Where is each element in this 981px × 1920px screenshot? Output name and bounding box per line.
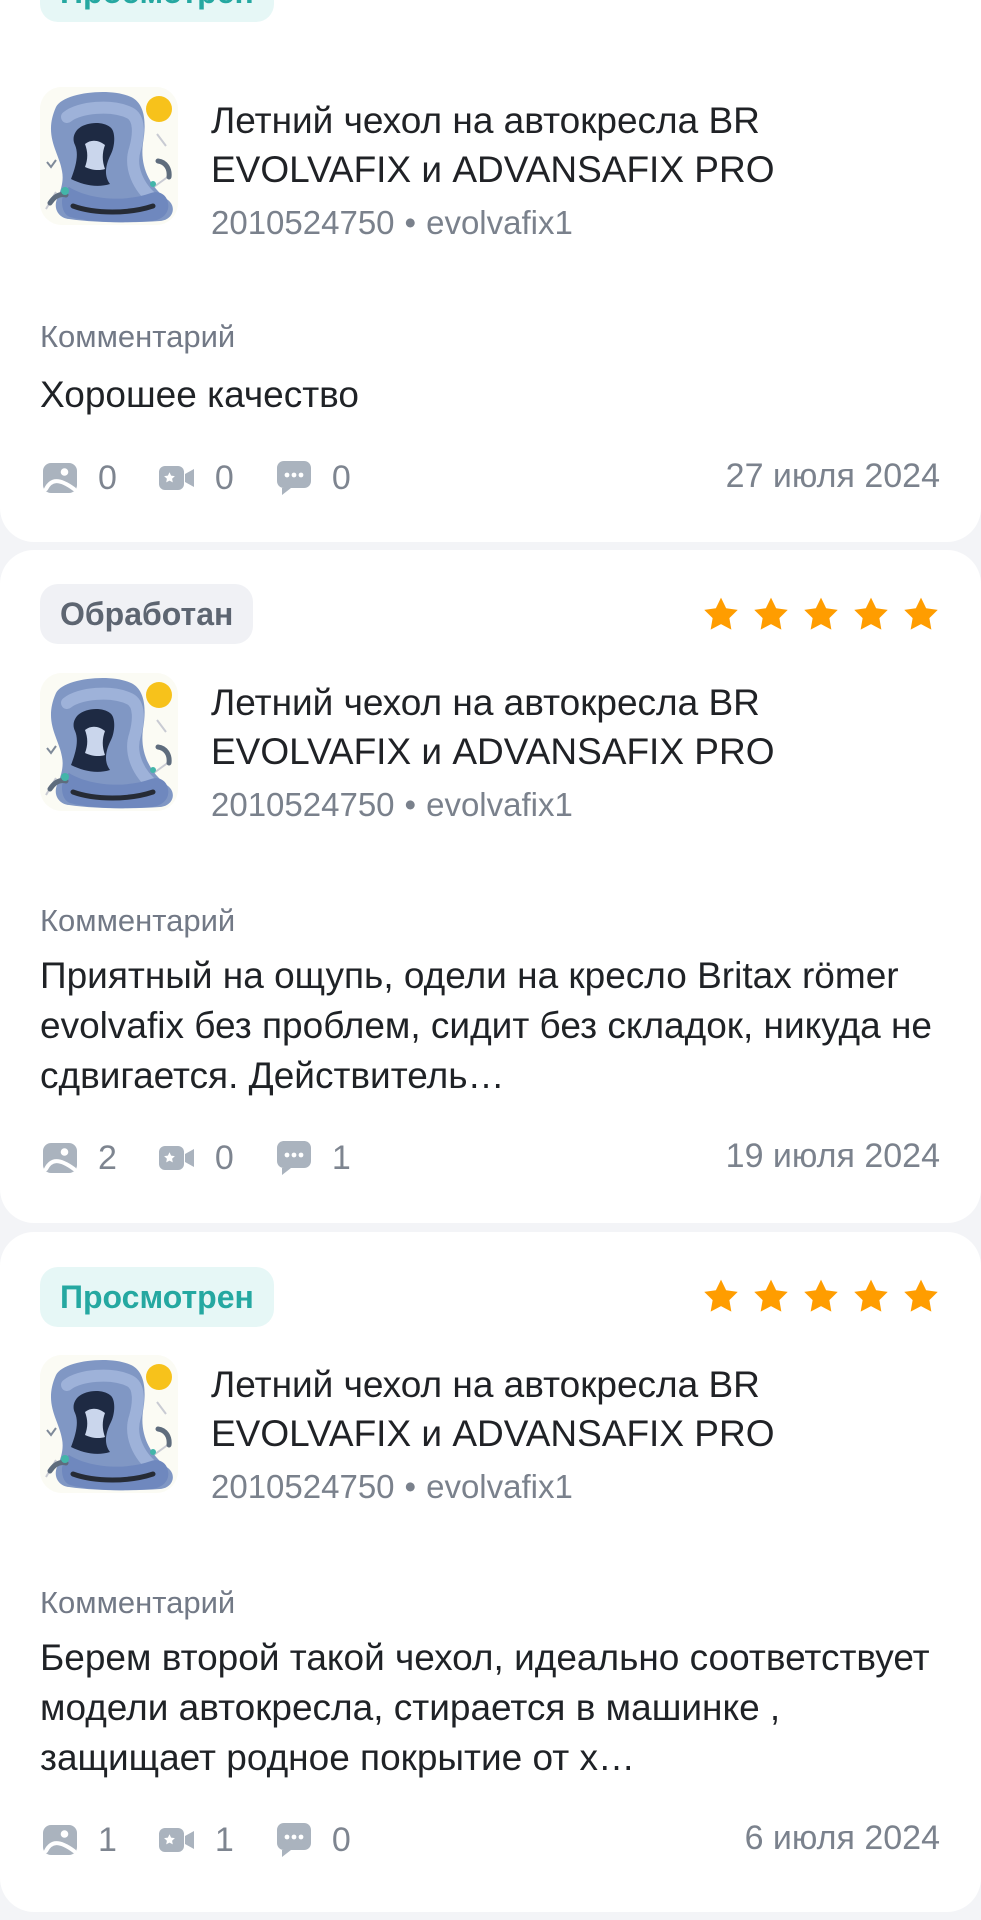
review-metrics: 2 0 1 (40, 1134, 391, 1182)
product-title[interactable]: Летний чехол на автокресла BR EVOLVAFIX … (211, 678, 911, 776)
review-card[interactable]: Просмотрен Летний чехол на автокресла BR… (0, 1232, 981, 1912)
comment-text: Приятный на ощупь, одели на кресло Brita… (40, 955, 932, 1096)
comment-text: Хорошее качество (40, 374, 359, 415)
star-icon (854, 1279, 888, 1312)
photo-count: 1 (40, 1820, 117, 1860)
star-icon (804, 1279, 838, 1312)
video-count: 0 (157, 1138, 234, 1178)
star-icon (752, 0, 790, 1)
comment-count[interactable]: 0 (274, 1820, 351, 1860)
comment-count-value: 1 (331, 1139, 351, 1177)
review-metrics: 0 0 0 (40, 454, 391, 502)
star-icon (704, 1279, 738, 1312)
star-icon (704, 597, 738, 630)
comment-label: Комментарий (40, 319, 236, 354)
photo-icon (41, 1141, 79, 1175)
star-icon (904, 1279, 938, 1312)
review-metrics: 1 1 0 (40, 1816, 391, 1864)
product-title[interactable]: Летний чехол на автокресла BR EVOLVAFIX … (211, 1360, 911, 1458)
review-card[interactable]: Обработан Летний чехол на автокресла BR … (0, 550, 981, 1223)
product-meta: 2010524750 • evolvafix1 (211, 1465, 911, 1509)
comment-label: Комментарий (40, 1585, 236, 1620)
product-meta: 2010524750 • evolvafix1 (211, 201, 911, 245)
review-date: 27 июля 2024 (725, 457, 940, 495)
product-code: evolvafix1 (426, 786, 573, 823)
video-icon (158, 466, 194, 490)
product-title[interactable]: Летний чехол на автокресла BR EVOLVAFIX … (211, 96, 911, 194)
rating-stars (702, 594, 940, 634)
photo-count-value: 2 (98, 1139, 117, 1177)
photo-icon (41, 1823, 79, 1857)
comment-count-value: 0 (331, 1821, 351, 1859)
star-icon (804, 597, 838, 630)
video-count-value: 1 (214, 1821, 234, 1859)
comment-label: Комментарий (40, 903, 236, 938)
video-count-value: 0 (214, 1139, 234, 1177)
star-icon (802, 0, 840, 1)
review-date: 19 июля 2024 (725, 1137, 940, 1175)
comment-bubble-icon (276, 1823, 311, 1857)
status-badge: Просмотрен (40, 1267, 274, 1327)
comment-count[interactable]: 1 (274, 1138, 351, 1178)
car-seat-cover-thumbnail (40, 673, 178, 811)
status-badge: Обработан (40, 584, 254, 644)
product-thumbnail[interactable] (40, 1355, 178, 1493)
photo-icon (41, 461, 79, 495)
rating-stars (702, 1276, 940, 1316)
video-icon (158, 1146, 194, 1170)
video-count-value: 0 (214, 459, 234, 497)
review-date: 6 июля 2024 (744, 1819, 940, 1857)
product-code: evolvafix1 (426, 204, 573, 241)
product-sku: 2010524750 (211, 786, 395, 823)
meta-separator: • (404, 1468, 417, 1505)
review-card[interactable]: Просмотрен Летний чехол на автокресла BR… (0, 0, 981, 542)
comment-bubble-icon (276, 461, 311, 495)
meta-separator: • (404, 786, 417, 823)
photo-count: 2 (40, 1138, 117, 1178)
star-icon (702, 0, 740, 1)
star-icon (754, 1279, 788, 1312)
star-icon (902, 0, 940, 1)
video-icon (158, 1828, 194, 1852)
product-thumbnail[interactable] (40, 87, 178, 225)
photo-count-value: 0 (98, 459, 117, 497)
comment-count-value: 0 (331, 459, 351, 497)
comment-bubble-icon (276, 1141, 311, 1175)
product-sku: 2010524750 (211, 1468, 395, 1505)
product-code: evolvafix1 (426, 1468, 573, 1505)
video-count: 1 (157, 1820, 234, 1860)
star-icon (852, 0, 890, 1)
car-seat-cover-thumbnail (40, 87, 178, 225)
product-meta: 2010524750 • evolvafix1 (211, 783, 911, 827)
car-seat-cover-thumbnail (40, 1355, 178, 1493)
product-sku: 2010524750 (211, 204, 395, 241)
product-thumbnail[interactable] (40, 673, 178, 811)
star-icon (854, 597, 888, 630)
meta-separator: • (404, 204, 417, 241)
rating-stars (702, 0, 940, 2)
star-icon (904, 597, 938, 630)
status-badge: Просмотрен (40, 0, 274, 22)
video-count: 0 (157, 458, 234, 498)
star-icon (754, 597, 788, 630)
photo-count: 0 (40, 458, 117, 498)
comment-text: Берем второй такой чехол, идеально соотв… (40, 1637, 930, 1778)
comment-count[interactable]: 0 (274, 458, 351, 498)
photo-count-value: 1 (98, 1821, 117, 1859)
